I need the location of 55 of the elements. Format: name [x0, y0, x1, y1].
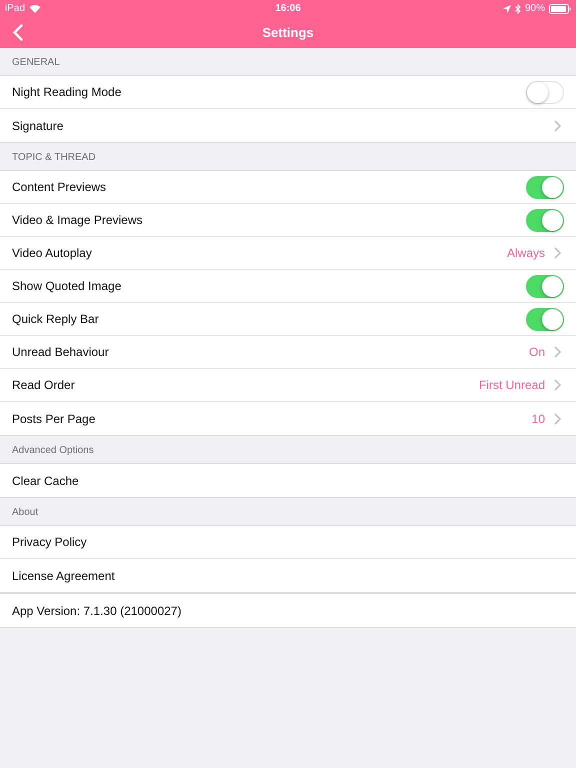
- screen-title: Settings: [262, 25, 314, 40]
- settings-row[interactable]: Signature: [0, 109, 576, 142]
- settings-row[interactable]: License Agreement: [0, 559, 576, 592]
- toggle-switch[interactable]: [526, 308, 564, 330]
- row-label: Unread Behaviour: [12, 345, 109, 359]
- location-icon: [502, 4, 511, 12]
- row-label: Night Reading Mode: [12, 85, 122, 99]
- bluetooth-icon: [514, 4, 521, 14]
- battery-icon: [549, 4, 571, 14]
- row-label: Video & Image Previews: [12, 213, 143, 227]
- chevron-icon: [554, 379, 561, 391]
- row-label: Content Previews: [12, 180, 106, 194]
- chevron-icon: [554, 247, 561, 259]
- back-chevron-icon: [12, 24, 23, 41]
- settings-row[interactable]: Posts Per Page 10: [0, 402, 576, 435]
- row-label: Read Order: [12, 378, 75, 392]
- toggle-switch[interactable]: [526, 274, 564, 298]
- settings-row[interactable]: Read Order First Unread: [0, 369, 576, 402]
- settings-row[interactable]: Quick Reply Bar: [0, 303, 576, 336]
- settings-row[interactable]: Unread Behaviour On: [0, 336, 576, 369]
- settings-row[interactable]: Content Previews: [0, 171, 576, 204]
- toggle-switch[interactable]: [526, 176, 564, 198]
- row-value: 10: [532, 412, 545, 426]
- section-header: About: [12, 507, 38, 518]
- settings-row[interactable]: Video & Image Previews: [0, 204, 576, 237]
- chevron-icon: [554, 120, 561, 132]
- chevron-icon: [554, 412, 561, 424]
- row-label: Privacy Policy: [12, 535, 87, 549]
- toggle-switch[interactable]: [526, 208, 564, 232]
- row-label: Show Quoted Image: [12, 279, 122, 293]
- row-label: License Agreement: [12, 568, 115, 582]
- settings-row[interactable]: Privacy Policy: [0, 526, 576, 559]
- settings-row[interactable]: Night Reading Mode: [0, 76, 576, 109]
- settings-row[interactable]: Clear Cache: [0, 464, 576, 497]
- row-value: On: [528, 345, 545, 359]
- section-header: GENERAL: [12, 57, 60, 68]
- wifi-icon: [29, 4, 42, 13]
- section-header: TOPIC & THREAD: [12, 152, 96, 163]
- section-header: Advanced Options: [12, 445, 94, 456]
- clock: 16:06: [275, 3, 301, 14]
- battery-percent: 90%: [524, 3, 545, 14]
- toggle-switch[interactable]: [526, 80, 564, 104]
- row-value: Always: [506, 246, 545, 260]
- row-value: First Unread: [478, 378, 545, 392]
- row-label: Signature: [12, 118, 64, 132]
- device-name: iPad: [5, 3, 26, 14]
- settings-row[interactable]: Show Quoted Image: [0, 270, 576, 303]
- settings-row[interactable]: App Version: 7.1.30 (21000027): [0, 594, 576, 627]
- row-label: Clear Cache: [12, 474, 79, 488]
- row-label: Quick Reply Bar: [12, 312, 99, 326]
- row-label: Video Autoplay: [12, 246, 92, 260]
- chevron-icon: [554, 346, 561, 358]
- settings-row[interactable]: Video Autoplay Always: [0, 237, 576, 270]
- row-label: App Version: 7.1.30 (21000027): [12, 604, 182, 618]
- row-label: Posts Per Page: [12, 412, 96, 426]
